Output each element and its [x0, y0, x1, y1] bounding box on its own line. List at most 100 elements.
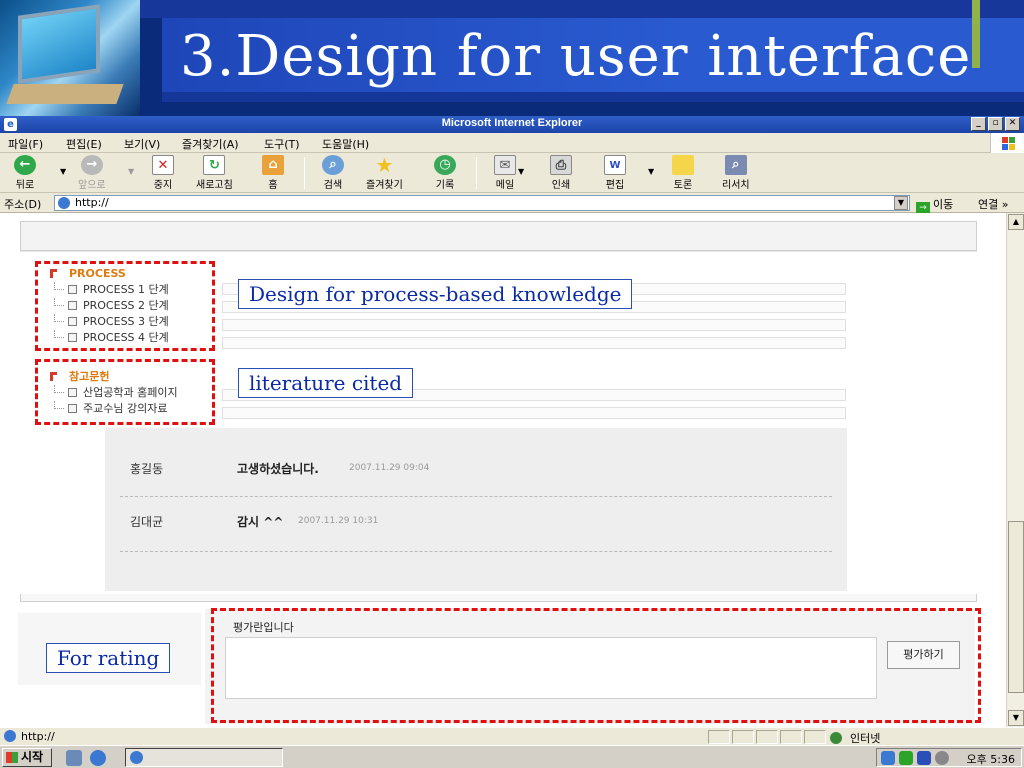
banner-lower-band: [162, 92, 1024, 102]
tray-language-icon[interactable]: [881, 751, 895, 765]
back-dropdown-icon[interactable]: ▼: [60, 167, 66, 176]
monitor-screen-shape: [18, 4, 100, 84]
toolbar-separator: [476, 157, 477, 189]
standard-toolbar: ← 뒤로 ▼ → 앞으로 ▼ ✕ 중지 ↻ 새로고침 ⌂ 홈 ⌕ 검색 ★ 즐겨…: [0, 153, 1024, 193]
history-icon: ◷: [434, 155, 456, 175]
home-icon: ⌂: [262, 155, 284, 175]
taskbar: 시작 오후 5:36: [0, 745, 1024, 768]
scroll-down-icon[interactable]: ▼: [1008, 710, 1024, 726]
status-cell: [756, 730, 778, 744]
address-label: 주소(D): [4, 198, 42, 211]
tray-volume-icon[interactable]: [935, 751, 949, 765]
forward-icon: →: [80, 155, 103, 175]
clock: 오후 5:36: [966, 753, 1015, 766]
menu-favorites[interactable]: 즐겨찾기(A): [182, 136, 239, 152]
address-value: http://: [75, 196, 109, 209]
back-icon: ←: [14, 155, 36, 175]
mail-dropdown-icon[interactable]: ▼: [518, 167, 524, 176]
quicklaunch-desktop-icon[interactable]: [66, 750, 82, 766]
page-icon: [4, 730, 16, 742]
favorites-button[interactable]: ★ 즐겨찾기: [366, 155, 403, 191]
edit-dropdown-icon[interactable]: ▼: [648, 167, 654, 176]
keyboard-shape: [6, 84, 124, 104]
status-cell: [732, 730, 754, 744]
list-item: 김대균 감시 ^^ 2007.11.29 10:31: [105, 495, 847, 549]
print-button[interactable]: ⎙ 인쇄: [550, 155, 572, 191]
tray-network-icon[interactable]: [899, 751, 913, 765]
mail-icon: ✉: [494, 155, 516, 175]
window-title: Microsoft Internet Explorer: [441, 117, 583, 129]
print-icon: ⎙: [550, 155, 572, 175]
discuss-button[interactable]: 토론: [672, 155, 694, 191]
comment-message: 고생하셨습니다.: [237, 462, 319, 476]
status-cell: [780, 730, 802, 744]
edit-button[interactable]: W 편집: [604, 155, 626, 191]
globe-icon: [830, 732, 842, 744]
page-icon: [58, 197, 70, 209]
divider: [120, 551, 832, 552]
research-button[interactable]: ⌕ 리서치: [722, 155, 750, 191]
computer-illustration: [0, 0, 140, 116]
address-input[interactable]: http://: [54, 195, 910, 211]
list-item: 홍길동 고생하셨습니다. 2007.11.29 09:04: [105, 442, 847, 496]
windows-logo-icon: [990, 133, 1024, 153]
rating-callout: For rating: [46, 643, 171, 673]
edit-icon: W: [604, 155, 626, 175]
taskbar-item-ie[interactable]: [125, 748, 283, 767]
search-button[interactable]: ⌕ 검색: [322, 155, 344, 191]
rating-highlight-box: [211, 608, 981, 723]
list-row-background: [222, 337, 846, 349]
history-button[interactable]: ◷ 기록: [434, 155, 456, 191]
back-button[interactable]: ← 뒤로: [14, 155, 36, 191]
window-titlebar[interactable]: e Microsoft Internet Explorer _ ▫ ✕: [0, 116, 1024, 133]
address-dropdown-icon[interactable]: ▼: [894, 196, 908, 210]
toolbar-separator: [304, 157, 305, 189]
home-button[interactable]: ⌂ 홈: [262, 155, 284, 191]
slide-title: 3.Design for user interface: [180, 24, 972, 89]
quicklaunch-ie-icon[interactable]: [90, 750, 106, 766]
maximize-button[interactable]: ▫: [988, 117, 1003, 131]
stop-icon: ✕: [152, 155, 174, 175]
list-row-background: [222, 407, 846, 419]
close-button[interactable]: ✕: [1005, 117, 1020, 131]
mail-button[interactable]: ✉ 메일: [494, 155, 516, 191]
refresh-button[interactable]: ↻ 새로고침: [196, 155, 233, 191]
comment-time: 2007.11.29 09:04: [349, 463, 430, 473]
list-row-background: [222, 319, 846, 331]
references-highlight-box: [35, 359, 215, 425]
menu-file[interactable]: 파일(F): [8, 136, 43, 152]
slide-banner: 3.Design for user interface: [0, 0, 1024, 116]
comment-message: 감시 ^^: [237, 515, 284, 529]
favorites-icon: ★: [375, 153, 394, 177]
menu-view[interactable]: 보기(V): [124, 136, 160, 152]
comment-list: 홍길동 고생하셨습니다. 2007.11.29 09:04 김대균 감시 ^^ …: [105, 428, 847, 591]
menu-help[interactable]: 도움말(H): [322, 136, 369, 152]
security-zone: 인터넷: [830, 730, 880, 746]
banner-accent-bar: [972, 0, 980, 68]
banner-stripe: [140, 0, 1024, 18]
address-bar: 주소(D) http:// ▼ → 이동 연결 »: [0, 193, 1024, 215]
stop-button[interactable]: ✕ 중지: [152, 155, 174, 191]
comment-time: 2007.11.29 10:31: [298, 516, 379, 526]
forward-button[interactable]: → 앞으로: [78, 155, 106, 191]
vertical-scrollbar[interactable]: ▲ ▼: [1006, 213, 1024, 727]
scroll-up-icon[interactable]: ▲: [1008, 214, 1024, 230]
process-highlight-box: [35, 261, 215, 351]
menu-tools[interactable]: 도구(T): [264, 136, 300, 152]
menu-bar: 파일(F) 편집(E) 보기(V) 즐겨찾기(A) 도구(T) 도움말(H): [0, 133, 1024, 153]
start-button[interactable]: 시작: [2, 748, 52, 767]
links-toolbar[interactable]: 연결 »: [978, 196, 1008, 212]
refresh-icon: ↻: [203, 155, 226, 175]
comment-author: 홍길동: [130, 462, 164, 476]
page-content: PROCESS PROCESS 1 단계 PROCESS 2 단계 PROCES…: [0, 213, 1006, 727]
menu-edit[interactable]: 편집(E): [66, 136, 102, 152]
literature-callout: literature cited: [238, 368, 414, 398]
minimize-button[interactable]: _: [971, 117, 986, 131]
status-bar: http:// 인터넷: [0, 727, 1024, 745]
forward-dropdown-icon[interactable]: ▼: [128, 167, 134, 176]
process-callout: Design for process-based knowledge: [238, 279, 633, 309]
tray-security-icon[interactable]: [917, 751, 931, 765]
comment-author: 김대균: [130, 515, 164, 529]
scroll-thumb[interactable]: [1008, 521, 1024, 693]
status-cell: [804, 730, 826, 744]
